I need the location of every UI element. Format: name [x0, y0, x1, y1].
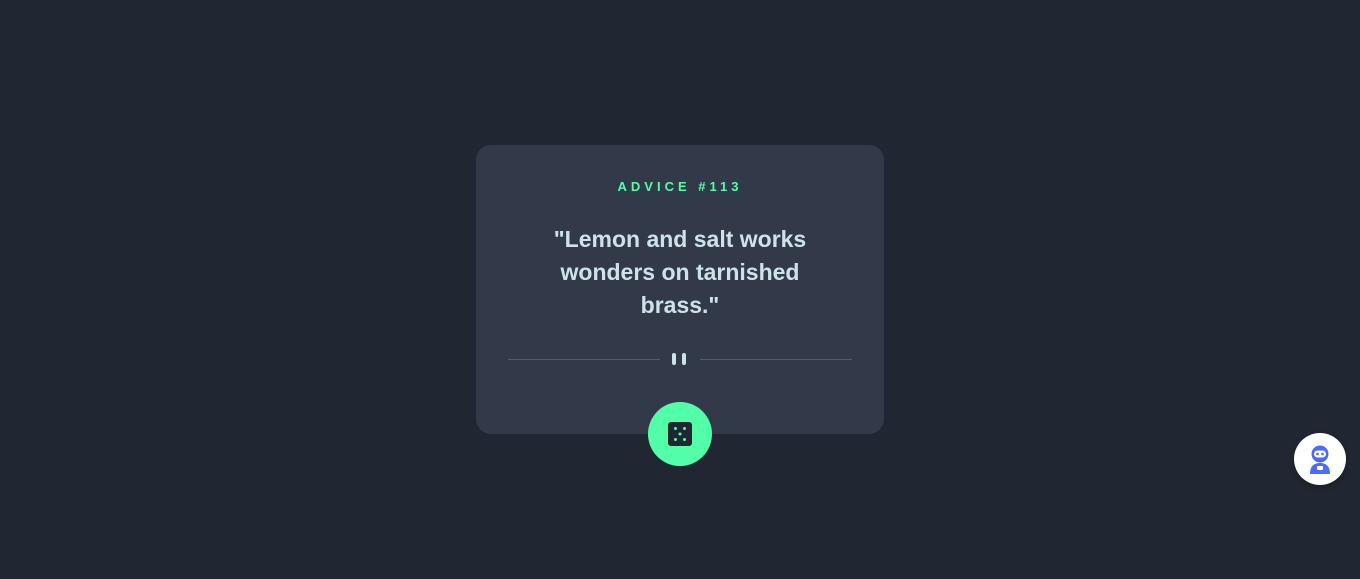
divider-line-left	[508, 358, 660, 360]
pause-icon	[672, 353, 688, 365]
robot-assistant-icon	[1310, 445, 1330, 474]
dice-icon	[668, 422, 692, 446]
advice-card: ADVICE #113 "Lemon and salt works wonder…	[476, 145, 884, 434]
generate-advice-button[interactable]	[648, 402, 712, 466]
assistant-chat-button[interactable]	[1294, 433, 1346, 485]
divider-line-right	[700, 358, 852, 360]
pattern-divider	[508, 351, 852, 367]
advice-number-label: ADVICE #113	[617, 179, 743, 194]
advice-quote: "Lemon and salt works wonders on tarnish…	[553, 226, 807, 318]
